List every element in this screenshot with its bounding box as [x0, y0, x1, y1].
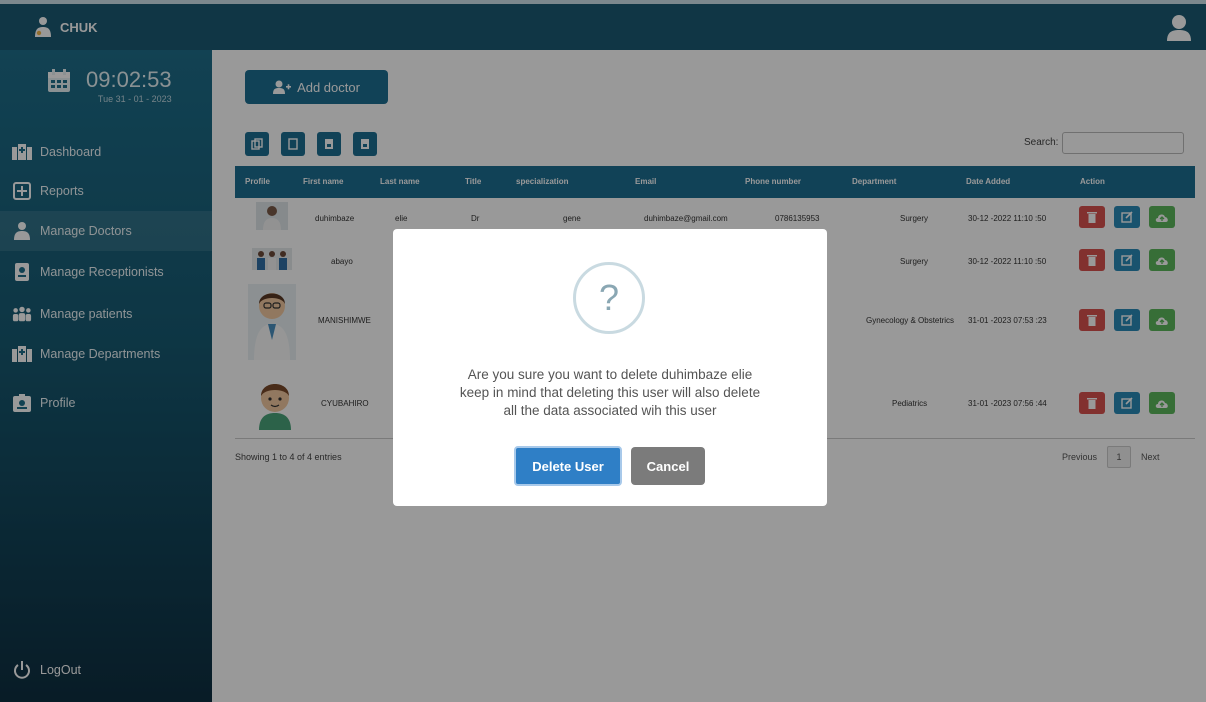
- cancel-button[interactable]: Cancel: [631, 447, 705, 485]
- dialog-message-line: all the data associated wih this user: [503, 403, 717, 418]
- question-icon: ?: [573, 262, 645, 334]
- dialog-message-line: keep in mind that deleting this user wil…: [459, 385, 761, 400]
- delete-user-button[interactable]: Delete User: [514, 446, 622, 486]
- dialog-message: Are you sure you want to delete duhimbaz…: [413, 366, 807, 420]
- delete-confirm-dialog: ? Are you sure you want to delete duhimb…: [393, 229, 827, 506]
- dialog-message-line: Are you sure you want to delete duhimbaz…: [467, 367, 753, 382]
